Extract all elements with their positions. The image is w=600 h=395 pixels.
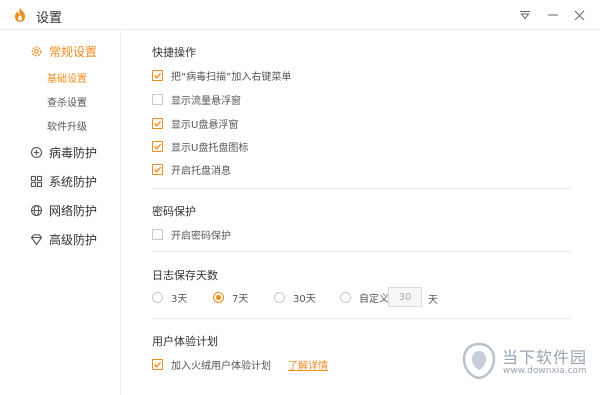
watermark-url: www.downxia.com [503,366,587,376]
checkmark-icon [154,120,162,127]
days-unit-label: 天 [428,295,438,306]
checkbox-checked[interactable] [152,70,163,81]
sidebar-item-network-protection[interactable]: 网络防护 [30,202,97,219]
radio-label: 3天 [171,294,188,305]
checkbox-checked[interactable] [152,164,163,175]
window-title: 设置 [36,11,63,26]
radio-log-7-days[interactable]: 7天 [213,290,248,305]
minimize-icon [548,14,558,16]
radio-unselected[interactable] [152,292,163,303]
checkmark-icon [154,361,162,368]
radio-log-30-days[interactable]: 30天 [274,290,316,305]
option-tray-messages[interactable]: 开启托盘消息 [152,162,231,177]
title-bar: 设置 [0,0,600,30]
option-context-menu[interactable]: 把“病毒扫描”加入右键菜单 [152,68,291,83]
option-label: 显示U盘悬浮窗 [171,120,239,131]
section-title-password: 密码保护 [152,205,196,218]
option-traffic-float-window[interactable]: 显示流量悬浮窗 [152,92,241,107]
gear-icon [30,45,43,58]
option-label: 把“病毒扫描”加入右键菜单 [171,72,292,83]
section-title-quick-ops: 快捷操作 [152,46,196,59]
radio-log-custom[interactable]: 自定义 [340,290,389,305]
menu-dropdown-button[interactable] [514,5,536,25]
option-label: 显示流量悬浮窗 [171,96,241,107]
sidebar-item-label: 系统防护 [49,175,98,189]
sidebar-item-label: 病毒防护 [49,146,98,160]
divider [152,188,572,189]
menu-triangle-icon [520,11,530,20]
learn-more-link[interactable]: 了解详情 [288,357,328,372]
option-experience-program[interactable]: 加入火绒用户体验计划 [152,357,271,372]
subnav-scan-settings[interactable]: 查杀设置 [47,94,87,109]
option-label: 开启密码保护 [171,231,231,242]
checkmark-icon [154,143,162,150]
radio-log-3-days[interactable]: 3天 [152,290,187,305]
sidebar-item-general[interactable]: 常规设置 [30,43,97,60]
section-title-experience: 用户体验计划 [152,335,218,348]
divider [152,251,572,252]
checkmark-icon [154,166,162,173]
sidebar-item-label: 高级防护 [49,233,98,247]
checkbox-checked[interactable] [152,118,163,129]
diamond-icon [30,233,43,246]
minimize-button[interactable] [542,5,564,25]
watermark: 当下软件园 www.downxia.com [462,340,592,382]
checkbox-unchecked[interactable] [152,94,163,105]
subnav-software-upgrade[interactable]: 软件升级 [47,118,87,133]
radio-unselected[interactable] [340,292,351,303]
close-icon [574,10,584,20]
subnav-basic-settings[interactable]: 基础设置 [47,70,87,85]
sidebar: 常规设置 基础设置 查杀设置 软件升级 病毒防护 系统防护 网络防护 高级防护 [0,31,121,395]
section-title-log-days: 日志保存天数 [152,269,218,282]
sidebar-item-advanced-protection[interactable]: 高级防护 [30,231,97,248]
watermark-name: 当下软件园 [502,348,588,367]
close-button[interactable] [568,5,590,25]
sidebar-item-label: 网络防护 [49,204,98,218]
divider [152,318,572,319]
radio-label: 自定义 [359,294,389,305]
radio-unselected[interactable] [274,292,285,303]
option-label: 显示U盘托盘图标 [171,143,249,154]
system-icon [30,175,43,188]
radio-label: 30天 [293,294,316,305]
radio-selected[interactable] [213,292,224,303]
option-password-protection[interactable]: 开启密码保护 [152,227,231,242]
sidebar-item-virus-protection[interactable]: 病毒防护 [30,144,97,161]
radio-label: 7天 [232,294,249,305]
checkbox-unchecked[interactable] [152,229,163,240]
sidebar-item-label: 常规设置 [49,45,98,59]
checkbox-checked[interactable] [152,359,163,370]
globe-icon [30,204,43,217]
watermark-logo-icon [462,342,496,380]
option-usb-tray-icon[interactable]: 显示U盘托盘图标 [152,139,248,154]
sidebar-item-system-protection[interactable]: 系统防护 [30,173,97,190]
checkmark-icon [154,72,162,79]
virus-icon [30,146,43,159]
fire-logo-icon [15,8,25,22]
option-label: 开启托盘消息 [171,166,231,177]
custom-days-input[interactable] [388,287,422,307]
option-label: 加入火绒用户体验计划 [171,361,271,372]
checkbox-checked[interactable] [152,141,163,152]
option-usb-float-window[interactable]: 显示U盘悬浮窗 [152,116,238,131]
